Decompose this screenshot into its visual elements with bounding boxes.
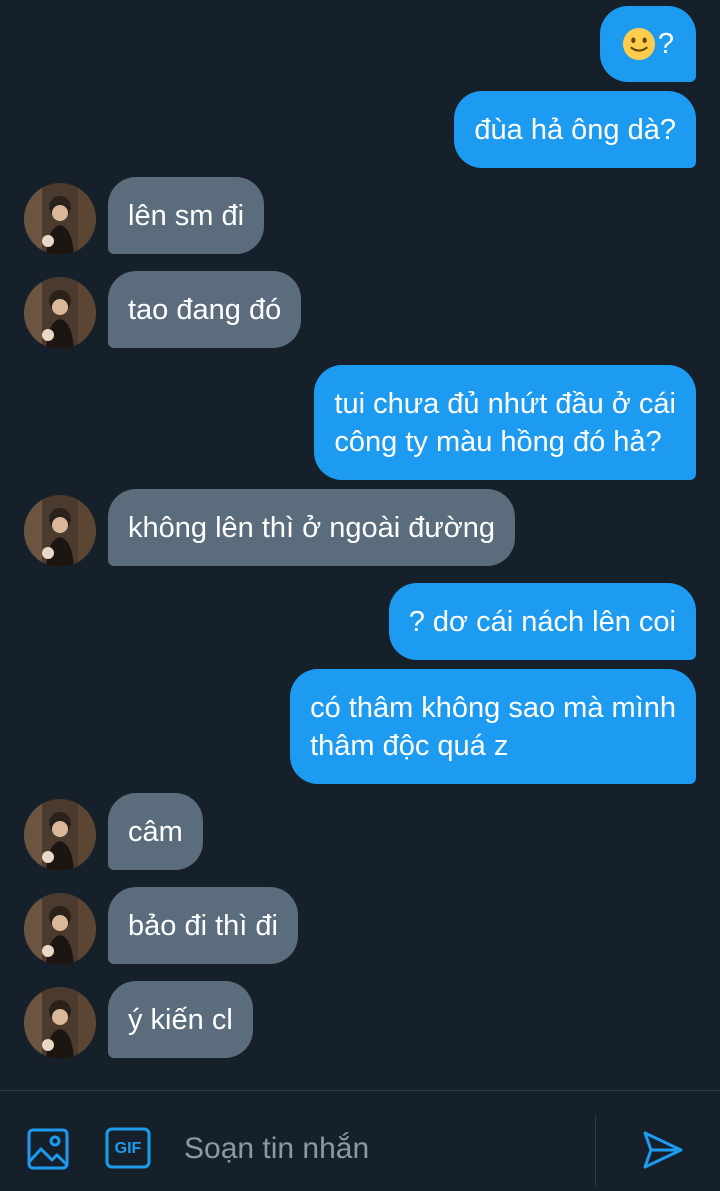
message-sent[interactable]: ? dơ cái nách lên coi	[388, 583, 696, 660]
message-received[interactable]: bảo đi thì đi	[108, 887, 298, 964]
slightly-smiling-face-icon	[622, 27, 655, 61]
message-received[interactable]: câm	[108, 793, 203, 870]
message-text: bảo đi thì đi	[128, 909, 278, 942]
message-received[interactable]: lên sm đi	[108, 177, 265, 254]
message-bubble[interactable]: đùa hả ông dà?	[454, 91, 696, 168]
message-bubble[interactable]: ? dơ cái nách lên coi	[388, 583, 696, 660]
message-text: ?	[657, 28, 674, 60]
message-text: ý kiến cl	[128, 1003, 233, 1036]
message-text: câm	[128, 815, 183, 848]
image-icon	[27, 1128, 69, 1170]
message-bubble[interactable]: tao đang đó	[108, 271, 302, 348]
message-text: tao đang đó	[128, 293, 282, 326]
gif-button[interactable]: GIF	[105, 1127, 151, 1171]
message-bubble[interactable]: bảo đi thì đi	[108, 887, 298, 964]
message-received[interactable]: tao đang đó	[108, 271, 302, 348]
message-received[interactable]: không lên thì ở ngoài đường	[108, 489, 516, 566]
message-text: đùa hả ông dà?	[474, 113, 676, 146]
message-bubble[interactable]: không lên thì ở ngoài đường	[108, 489, 516, 566]
image-button[interactable]	[24, 1125, 72, 1173]
message-bubble[interactable]: có thâm không sao mà mình thâm độc quá z	[290, 669, 696, 784]
contact-avatar[interactable]	[24, 893, 96, 965]
composer-divider	[595, 1115, 596, 1187]
message-bubble[interactable]: lên sm đi	[108, 177, 265, 254]
dm-screen: ? đùa hả ông dà? lên sm đi tao đang đó t…	[0, 0, 720, 1191]
contact-avatar[interactable]	[24, 495, 96, 567]
contact-avatar[interactable]	[24, 799, 96, 871]
message-text: tui chưa đủ nhứt đầu ở cái công ty màu h…	[334, 387, 676, 458]
message-text: lên sm đi	[128, 199, 245, 232]
message-bubble[interactable]: ?	[599, 6, 696, 82]
message-sent[interactable]: tui chưa đủ nhứt đầu ở cái công ty màu h…	[314, 365, 696, 480]
message-text: ? dơ cái nách lên coi	[408, 605, 676, 638]
send-icon	[643, 1131, 683, 1169]
message-sent[interactable]: đùa hả ông dà?	[454, 91, 696, 168]
message-text: có thâm không sao mà mình thâm độc quá z	[310, 691, 676, 762]
message-input[interactable]: Soạn tin nhắn	[184, 1129, 369, 1169]
message-bubble[interactable]: tui chưa đủ nhứt đầu ở cái công ty màu h…	[314, 365, 696, 480]
message-composer: GIF Soạn tin nhắn	[0, 1090, 720, 1191]
gif-label: GIF	[114, 1140, 142, 1157]
message-received[interactable]: ý kiến cl	[108, 981, 253, 1058]
contact-avatar[interactable]	[24, 183, 96, 255]
message-bubble[interactable]: ý kiến cl	[108, 981, 253, 1058]
message-thread[interactable]: ? đùa hả ông dà? lên sm đi tao đang đó t…	[0, 0, 720, 1090]
contact-avatar[interactable]	[24, 987, 96, 1059]
contact-avatar[interactable]	[24, 277, 96, 349]
send-button[interactable]	[640, 1127, 686, 1173]
message-text: không lên thì ở ngoài đường	[128, 511, 496, 544]
message-sent[interactable]: có thâm không sao mà mình thâm độc quá z	[290, 669, 696, 784]
message-sent[interactable]: ?	[599, 6, 696, 82]
message-bubble[interactable]: câm	[108, 793, 203, 870]
